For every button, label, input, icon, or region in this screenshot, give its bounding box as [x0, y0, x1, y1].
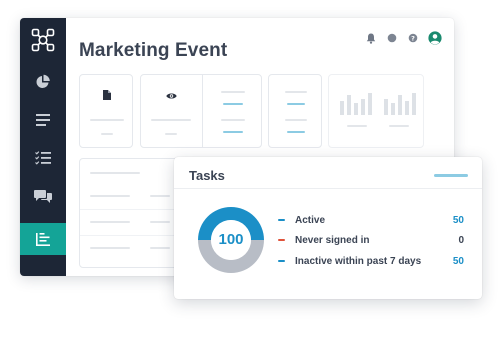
help-icon[interactable]: ? [407, 32, 419, 44]
legend-label: Never signed in [295, 234, 370, 246]
stat-card-summary[interactable] [268, 74, 322, 148]
list-icon [36, 114, 50, 126]
legend-swatch [278, 219, 285, 221]
legend-value: 0 [458, 234, 464, 246]
header-icons: ? [365, 31, 442, 45]
checklist-icon [35, 151, 51, 165]
legend-row[interactable]: Never signed in 0 [278, 233, 464, 247]
tasks-total: 100 [218, 231, 244, 248]
tasks-header-accent [434, 174, 468, 177]
tasks-card: Tasks 100 Active 50 Never signed in 0 Inacti… [174, 157, 482, 299]
svg-text:?: ? [411, 34, 415, 42]
network-logo-icon[interactable] [20, 18, 66, 62]
sidebar-item-messages[interactable] [20, 180, 66, 212]
legend-label: Active [295, 214, 326, 226]
sidebar-item-analytics[interactable] [20, 223, 66, 255]
legend-row[interactable]: Active 50 [278, 213, 464, 227]
legend-row[interactable]: Inactive within past 7 days 50 [278, 254, 464, 268]
legend-value: 50 [452, 255, 464, 267]
legend-value: 50 [452, 214, 464, 226]
legend-swatch [278, 260, 285, 262]
document-icon [103, 87, 111, 105]
bell-icon[interactable] [365, 32, 377, 44]
pie-chart-icon [36, 74, 50, 88]
chat-bubbles-icon [34, 189, 52, 203]
sidebar-item-reports[interactable] [20, 66, 66, 98]
stat-card-trends[interactable] [328, 74, 424, 148]
legend-swatch [278, 239, 285, 241]
sidebar-item-list[interactable] [20, 104, 66, 136]
stat-card-views[interactable] [140, 74, 262, 148]
tasks-title: Tasks [189, 168, 225, 183]
eye-icon [166, 87, 177, 105]
user-avatar-icon[interactable] [428, 31, 442, 45]
stat-card-documents[interactable] [79, 74, 133, 148]
page-title: Marketing Event [79, 40, 228, 61]
legend-label: Inactive within past 7 days [295, 255, 422, 267]
circle-icon[interactable] [386, 32, 398, 44]
bar-chart-icon [36, 232, 50, 246]
sidebar-item-tasks[interactable] [20, 142, 66, 174]
sidebar [20, 18, 66, 276]
